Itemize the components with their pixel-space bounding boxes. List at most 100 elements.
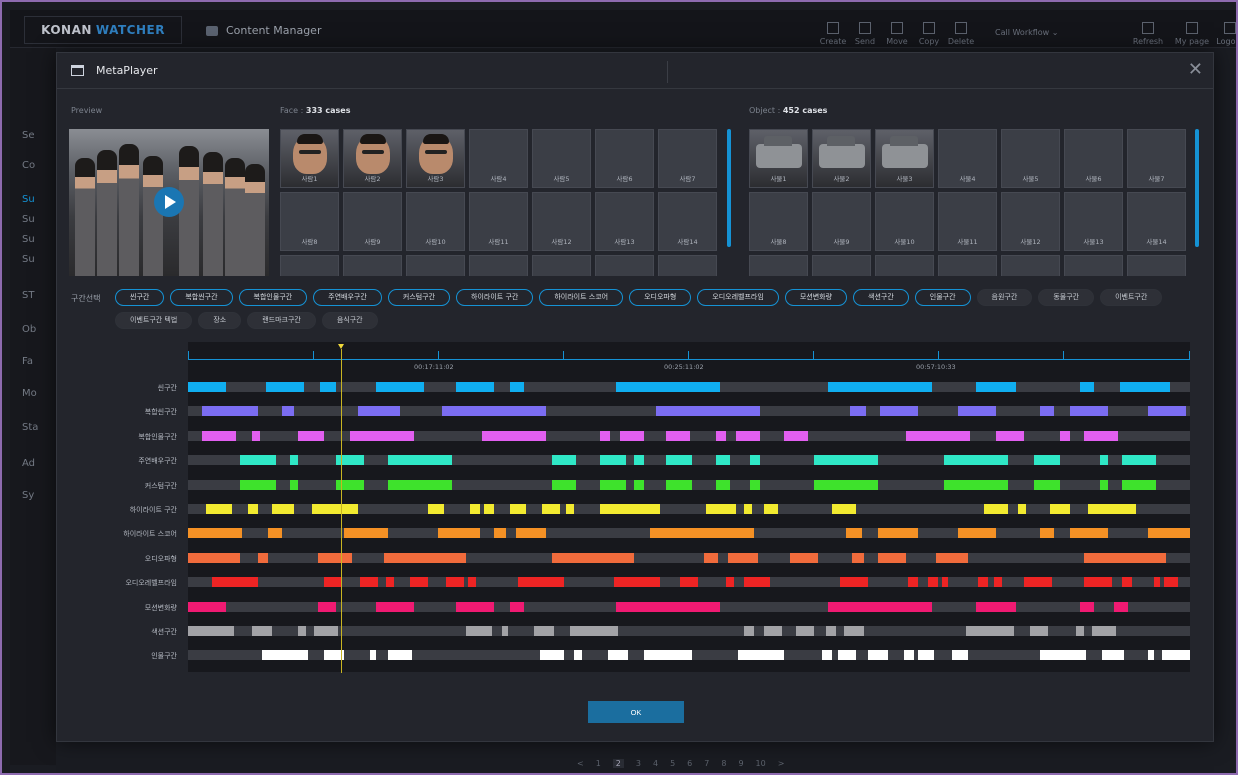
timeline-segment[interactable] bbox=[1148, 528, 1190, 539]
timeline-segment[interactable] bbox=[814, 455, 878, 466]
timeline-segment[interactable] bbox=[510, 382, 524, 392]
timeline-segment[interactable] bbox=[716, 455, 730, 466]
face-thumbnail[interactable]: 사람10 bbox=[406, 192, 465, 251]
timeline-segment[interactable] bbox=[1092, 626, 1116, 636]
timeline-track[interactable] bbox=[188, 552, 1190, 563]
section-chip[interactable]: 하이라이트 구간 bbox=[456, 289, 534, 306]
section-chip[interactable]: 오디오파형 bbox=[629, 289, 692, 306]
timeline-segment[interactable] bbox=[290, 479, 298, 490]
face-thumbnail[interactable]: 사람5 bbox=[532, 129, 591, 188]
timeline-segment[interactable] bbox=[814, 479, 878, 490]
timeline-segment[interactable] bbox=[188, 626, 234, 636]
section-chip-inactive[interactable]: 음원구간 bbox=[976, 289, 1033, 306]
close-icon[interactable]: ✕ bbox=[1188, 59, 1203, 80]
timeline-segment[interactable] bbox=[1018, 504, 1026, 514]
page-prev[interactable]: < bbox=[577, 759, 584, 768]
timeline-segment[interactable] bbox=[750, 455, 760, 466]
face-thumbnail-empty[interactable] bbox=[280, 255, 339, 276]
section-chip[interactable]: 복합인물구간 bbox=[238, 289, 308, 306]
page-link[interactable]: 9 bbox=[738, 759, 743, 768]
timeline-segment[interactable] bbox=[996, 430, 1024, 441]
object-thumbnail-empty[interactable] bbox=[938, 255, 997, 276]
object-thumbnail[interactable]: 사물9 bbox=[812, 192, 871, 251]
timeline-segment[interactable] bbox=[358, 406, 400, 417]
create-button[interactable]: Create bbox=[815, 22, 851, 46]
timeline-segment[interactable] bbox=[1154, 577, 1160, 588]
timeline-track[interactable] bbox=[188, 479, 1190, 490]
timeline-segment[interactable] bbox=[542, 504, 560, 514]
timeline-segment[interactable] bbox=[942, 577, 948, 588]
timeline-segment[interactable] bbox=[188, 552, 240, 563]
page-link[interactable]: 10 bbox=[756, 759, 766, 768]
object-thumbnail[interactable]: 사물11 bbox=[938, 192, 997, 251]
timeline-segment[interactable] bbox=[796, 626, 814, 636]
timeline-segment[interactable] bbox=[852, 552, 864, 563]
timeline-segment[interactable] bbox=[840, 577, 868, 588]
timeline-segment[interactable] bbox=[552, 479, 576, 490]
page-next[interactable]: > bbox=[778, 759, 785, 768]
timeline-segment[interactable] bbox=[716, 479, 730, 490]
timeline-segment[interactable] bbox=[1040, 528, 1054, 539]
timeline-segment[interactable] bbox=[744, 626, 754, 636]
video-preview[interactable] bbox=[69, 129, 269, 276]
timeline-segment[interactable] bbox=[240, 455, 276, 466]
timeline-track[interactable] bbox=[188, 577, 1190, 588]
timeline-segment[interactable] bbox=[1148, 650, 1154, 661]
timeline-segment[interactable] bbox=[456, 601, 494, 612]
timeline-segment[interactable] bbox=[918, 650, 934, 661]
section-chip-inactive[interactable]: 이벤트구간 텍법 bbox=[115, 312, 193, 329]
timeline-segment[interactable] bbox=[516, 528, 546, 539]
timeline-segment[interactable] bbox=[1024, 577, 1052, 588]
timeline-segment[interactable] bbox=[446, 577, 464, 588]
timeline-segment[interactable] bbox=[904, 650, 914, 661]
object-thumbnail-empty[interactable] bbox=[1064, 255, 1123, 276]
timeline-segment[interactable] bbox=[634, 479, 644, 490]
object-scrollbar[interactable] bbox=[1195, 129, 1199, 247]
timeline-segment[interactable] bbox=[1122, 455, 1156, 466]
face-thumbnail[interactable]: 사람1 bbox=[280, 129, 339, 188]
timeline-segment[interactable] bbox=[1034, 455, 1060, 466]
timeline-segment[interactable] bbox=[976, 601, 1016, 612]
timeline-segment[interactable] bbox=[600, 504, 660, 514]
page-link[interactable]: 1 bbox=[596, 759, 601, 768]
timeline-segment[interactable] bbox=[312, 504, 358, 514]
sidebar-item[interactable]: Su bbox=[22, 194, 35, 205]
brand-logo[interactable]: KONAN WATCHER bbox=[24, 16, 182, 44]
timeline-segment[interactable] bbox=[826, 626, 836, 636]
face-thumbnail[interactable]: 사람6 bbox=[595, 129, 654, 188]
timeline-segment[interactable] bbox=[634, 455, 644, 466]
face-thumbnail[interactable]: 사람2 bbox=[343, 129, 402, 188]
timeline-segment[interactable] bbox=[984, 504, 1008, 514]
timeline-segment[interactable] bbox=[656, 406, 760, 417]
timeline-segment[interactable] bbox=[1070, 528, 1108, 539]
timeline-segment[interactable] bbox=[370, 650, 376, 661]
timeline-segment[interactable] bbox=[1076, 626, 1084, 636]
timeline-segment[interactable] bbox=[822, 650, 832, 661]
section-chip[interactable]: 커스텀구간 bbox=[387, 289, 451, 306]
sidebar-item[interactable]: Mo bbox=[22, 388, 37, 399]
section-chip[interactable]: 인물구간 bbox=[914, 289, 971, 306]
timeline-segment[interactable] bbox=[846, 528, 862, 539]
timeline-segment[interactable] bbox=[1084, 430, 1118, 441]
timeline-segment[interactable] bbox=[456, 382, 494, 392]
sidebar-item[interactable]: Fa bbox=[22, 356, 33, 367]
call-workflow-select[interactable]: Call Workflow ⌄ bbox=[995, 28, 1085, 37]
timeline-segment[interactable] bbox=[494, 528, 506, 539]
timeline-segment[interactable] bbox=[376, 382, 424, 392]
timeline-segment[interactable] bbox=[1070, 406, 1108, 417]
sidebar-item[interactable]: Sta bbox=[22, 422, 38, 433]
timeline-segment[interactable] bbox=[868, 650, 888, 661]
timeline-segment[interactable] bbox=[844, 626, 864, 636]
timeline-segment[interactable] bbox=[644, 650, 692, 661]
sidebar-item[interactable]: Sy bbox=[22, 490, 34, 501]
timeline-segment[interactable] bbox=[188, 601, 226, 612]
timeline-segment[interactable] bbox=[510, 601, 524, 612]
timeline-segment[interactable] bbox=[1030, 626, 1048, 636]
timeline-segment[interactable] bbox=[1040, 406, 1054, 417]
section-chip[interactable]: 오디오레벨프라임 bbox=[697, 289, 779, 306]
timeline-segment[interactable] bbox=[240, 479, 276, 490]
timeline-segment[interactable] bbox=[540, 650, 564, 661]
section-chip-inactive[interactable]: 동물구간 bbox=[1038, 289, 1095, 306]
timeline-segment[interactable] bbox=[944, 479, 1008, 490]
timeline-segment[interactable] bbox=[936, 552, 968, 563]
